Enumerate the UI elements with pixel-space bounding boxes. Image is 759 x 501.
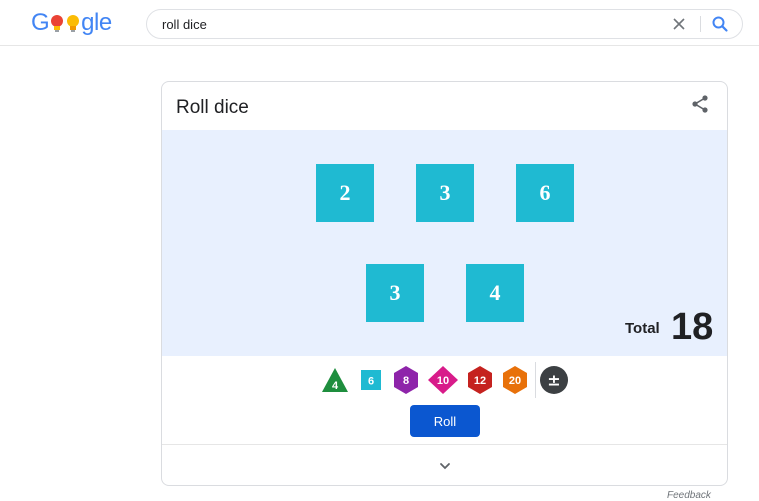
google-doodle-logo[interactable]: G gle: [31, 9, 112, 37]
d12-hexagon-button[interactable]: 12: [465, 365, 495, 395]
roll-dice-card: Roll dice 2 3 6 3 4 Total 18 4 6 8 10 12: [161, 81, 728, 486]
dice-display-area: 2 3 6 3 4 Total 18: [162, 130, 727, 356]
d4-label: 4: [332, 380, 339, 392]
plus-minus-icon: ±: [547, 371, 560, 390]
d10-diamond-button[interactable]: 10: [427, 365, 459, 395]
die-result: 4: [466, 264, 524, 322]
expand-row[interactable]: [162, 444, 727, 485]
card-title: Roll dice: [176, 97, 249, 118]
total-value: 18: [671, 306, 714, 348]
modifier-plus-minus-button[interactable]: ±: [539, 365, 569, 395]
search-divider: [700, 16, 701, 32]
lightbulb-o-icon: [66, 14, 80, 32]
search-input[interactable]: [162, 10, 642, 38]
logo-letters-gle: gle: [81, 9, 112, 37]
d6-label: 6: [368, 376, 374, 388]
search-box[interactable]: [146, 9, 743, 39]
picker-divider: [535, 362, 536, 398]
d8-hexagon-button[interactable]: 8: [392, 365, 420, 395]
d6-square-button[interactable]: 6: [360, 369, 382, 391]
d20-hexagon-button[interactable]: 20: [500, 365, 530, 395]
die-result: 3: [366, 264, 424, 322]
d10-label: 10: [437, 375, 449, 387]
lightbulb-o-icon: [50, 14, 64, 32]
close-icon[interactable]: [670, 15, 688, 33]
search-icon[interactable]: [710, 14, 730, 34]
logo-letter-g: G: [31, 9, 50, 36]
chevron-down-icon[interactable]: [438, 459, 452, 473]
roll-button[interactable]: Roll: [410, 405, 480, 437]
d20-label: 20: [509, 375, 521, 387]
die-result: 3: [416, 164, 474, 222]
die-result: 6: [516, 164, 574, 222]
feedback-link[interactable]: Feedback: [667, 490, 711, 501]
d12-label: 12: [474, 375, 486, 387]
total-label: Total: [625, 320, 660, 337]
die-result: 2: [316, 164, 374, 222]
d4-triangle-button[interactable]: 4: [320, 366, 350, 394]
share-icon[interactable]: [689, 93, 711, 115]
d8-label: 8: [403, 375, 409, 387]
top-bar: G gle: [0, 0, 759, 46]
logo-text-gle: gle: [81, 9, 112, 36]
